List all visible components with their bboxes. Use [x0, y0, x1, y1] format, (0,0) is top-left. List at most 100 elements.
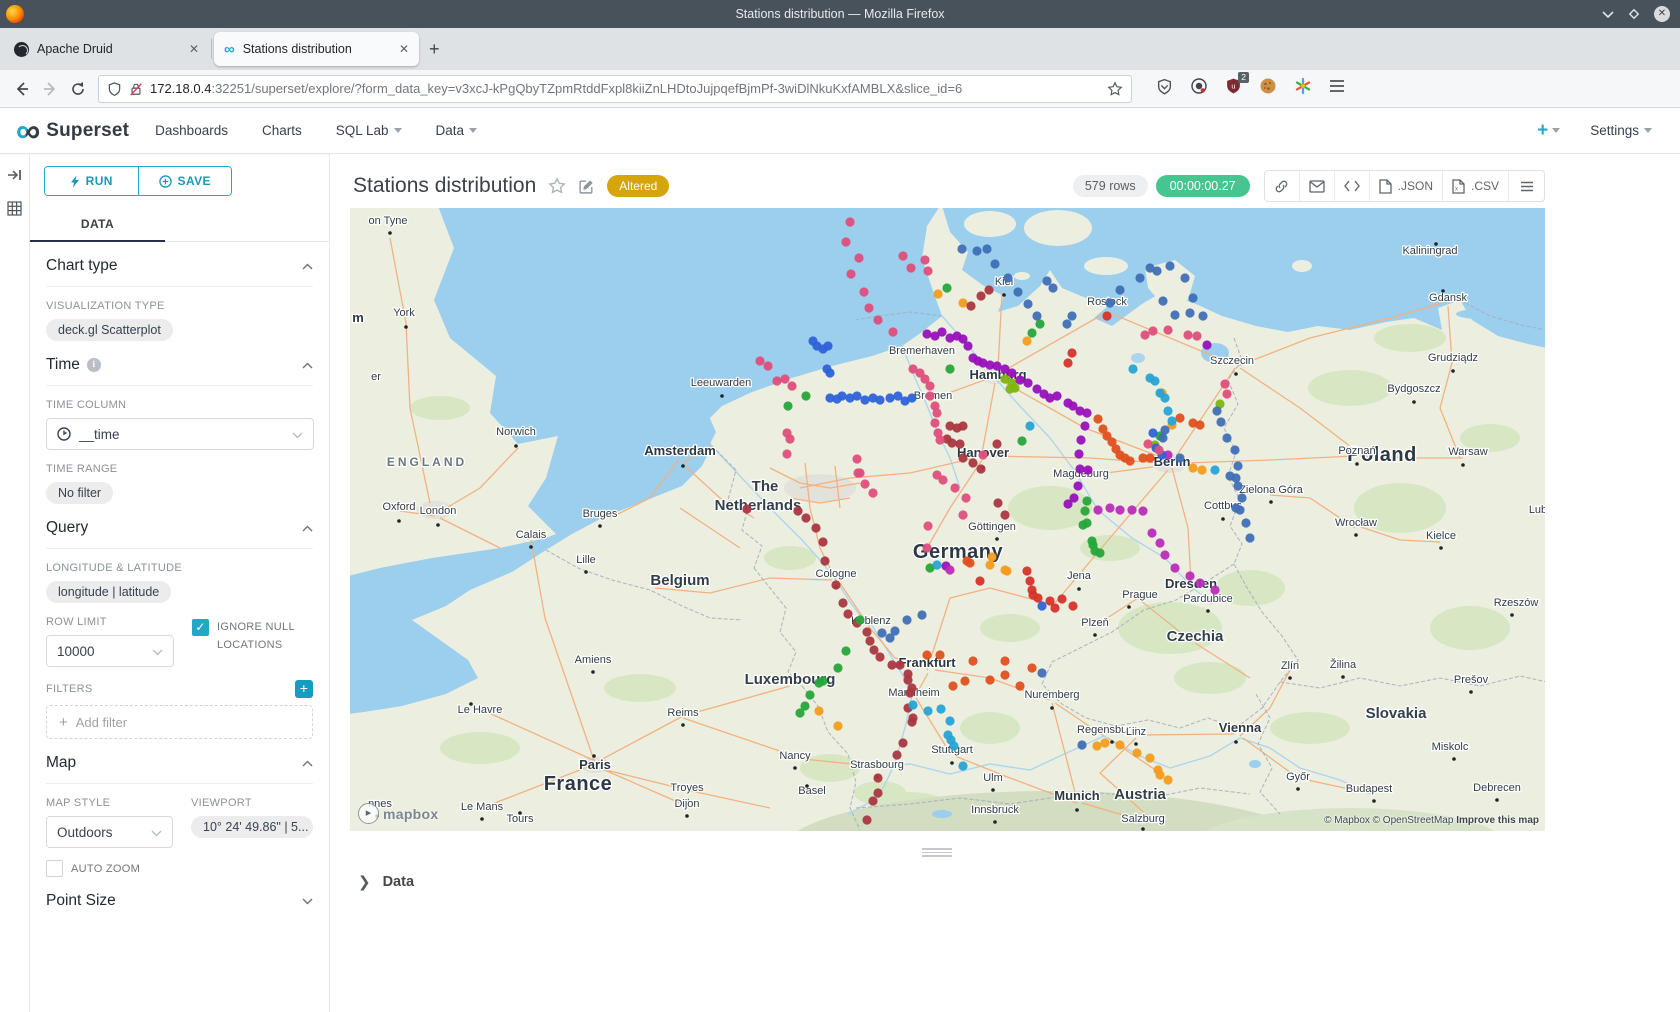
chevron-down-icon: [302, 898, 313, 905]
auto-zoom-checkbox[interactable]: [46, 860, 63, 877]
chevron-down-icon: [394, 128, 402, 133]
ignore-null-checkbox[interactable]: ✓: [192, 619, 209, 636]
row-limit-label: ROW LIMIT: [46, 616, 174, 628]
map-city-label: Bremerhaven: [889, 345, 955, 357]
add-filter-plus-button[interactable]: +: [295, 680, 313, 698]
altered-badge[interactable]: Altered: [607, 175, 669, 197]
chevron-up-icon: [302, 525, 313, 532]
shield-icon[interactable]: [107, 81, 122, 97]
ublock-icon[interactable]: u2: [1225, 77, 1242, 100]
url-bar[interactable]: 172.18.0.4:32251/superset/explore/?form_…: [98, 75, 1132, 103]
map-city-label: York: [393, 307, 415, 319]
reload-button[interactable]: [64, 75, 92, 103]
embed-code-button[interactable]: [1335, 171, 1370, 201]
map-city-label: Győr: [1286, 771, 1310, 783]
collapse-panel-icon[interactable]: [7, 168, 22, 187]
map-region-label: Slovakia: [1366, 705, 1428, 722]
data-panel-label: Data: [383, 874, 414, 890]
map-city-label: Poznań: [1338, 445, 1375, 457]
map-city-label: Wrocław: [1335, 517, 1377, 529]
menu-hamburger-icon[interactable]: [1329, 79, 1345, 98]
section-query: Query LONGITUDE & LATITUDE longitude | l…: [30, 504, 329, 739]
map-city-label: Le Havre: [458, 704, 503, 716]
map-city-label: Amsterdam: [644, 443, 716, 458]
nav-data[interactable]: Data: [436, 123, 478, 138]
plus-icon: +: [59, 714, 68, 731]
map-city-label: Cologne: [816, 568, 857, 580]
chart-menu-button[interactable]: [1509, 171, 1544, 201]
panel-resize-handle[interactable]: [922, 848, 952, 857]
tab-stations-distribution[interactable]: ∞ Stations distribution ✕: [214, 32, 419, 66]
filters-label: FILTERS+: [46, 680, 313, 698]
cookie-icon[interactable]: [1259, 77, 1277, 100]
nav-charts[interactable]: Charts: [262, 123, 302, 138]
container-icon[interactable]: [1190, 77, 1208, 100]
browser-toolbar: 172.18.0.4:32251/superset/explore/?form_…: [0, 70, 1680, 108]
time-column-label: TIME COLUMN: [46, 399, 313, 411]
section-header-point-size[interactable]: Point Size: [46, 892, 313, 921]
nav-dashboards[interactable]: Dashboards: [155, 123, 228, 138]
nav-sql-lab[interactable]: SQL Lab: [336, 123, 402, 138]
dataset-grid-icon[interactable]: [7, 201, 22, 221]
map-attribution[interactable]: © Mapbox © OpenStreetMap Improve this ma…: [1324, 815, 1539, 826]
run-button[interactable]: RUN: [45, 167, 139, 195]
map-city-label: Dijon: [674, 798, 699, 810]
save-button[interactable]: SAVE: [139, 167, 232, 195]
export-json-button[interactable]: .JSON: [1370, 171, 1443, 201]
map-city-label: Budapest: [1346, 783, 1392, 795]
data-results-panel[interactable]: ❯ Data: [358, 873, 1680, 891]
map-city-label: Bruges: [583, 508, 618, 520]
chevron-down-icon: [1644, 128, 1652, 133]
mapbox-logo[interactable]: ▸ mapbox: [358, 803, 438, 824]
section-header-chart-type[interactable]: Chart type: [46, 257, 313, 287]
superset-logo[interactable]: ∞ Superset: [16, 117, 129, 145]
map-city-label: Nuremberg: [1024, 689, 1079, 701]
export-csv-button[interactable]: x.CSV: [1443, 171, 1509, 201]
add-filter-box[interactable]: + Add filter: [46, 705, 313, 739]
section-chart-type: Chart type VISUALIZATION TYPE deck.gl Sc…: [30, 242, 329, 341]
bookmark-star-icon[interactable]: [1107, 81, 1123, 97]
map-city-label: on Tyne: [369, 215, 408, 227]
forward-button[interactable]: [36, 75, 64, 103]
tab-close-icon[interactable]: ✕: [189, 42, 199, 56]
lonlat-value[interactable]: longitude | latitude: [46, 581, 171, 603]
favorite-star-icon[interactable]: [548, 177, 566, 195]
back-button[interactable]: [8, 75, 36, 103]
copy-link-button[interactable]: [1265, 171, 1300, 201]
map-city-label: Kielce: [1426, 530, 1456, 542]
new-tab-button[interactable]: +: [429, 39, 440, 60]
improve-map-link[interactable]: Improve this map: [1456, 815, 1539, 826]
extension-asterisk-icon[interactable]: [1294, 77, 1312, 100]
minimize-icon[interactable]: [1602, 10, 1614, 18]
map-region-label: ENGLAND: [387, 455, 467, 469]
map-city-label: Vienna: [1219, 720, 1262, 735]
lock-insecure-icon[interactable]: [129, 81, 143, 97]
viewport-value[interactable]: 10° 24' 49.86" | 5...: [191, 816, 313, 838]
maximize-icon[interactable]: [1628, 8, 1640, 20]
tab-apache-druid[interactable]: Apache Druid ✕: [4, 32, 209, 66]
section-header-map[interactable]: Map: [46, 754, 313, 784]
tab-data[interactable]: DATA: [30, 209, 165, 242]
close-icon[interactable]: ✕: [1654, 6, 1670, 22]
map-city-label: Oxford: [382, 501, 415, 513]
map-style-select[interactable]: Outdoors: [46, 816, 173, 848]
viz-type-value[interactable]: deck.gl Scatterplot: [46, 319, 173, 341]
edit-properties-icon[interactable]: [578, 178, 595, 195]
add-new-button[interactable]: +: [1537, 120, 1560, 142]
map-city-label: Kaliningrad: [1402, 245, 1457, 257]
map-city-label: Miskolc: [1432, 741, 1469, 753]
time-range-value[interactable]: No filter: [46, 482, 113, 504]
email-button[interactable]: [1300, 171, 1335, 201]
settings-menu[interactable]: Settings: [1590, 123, 1652, 138]
section-header-query[interactable]: Query: [46, 519, 313, 549]
map-region-label: Belgium: [650, 572, 709, 589]
query-timer-badge: 00:00:00.27: [1156, 175, 1250, 197]
deckgl-map-canvas[interactable]: ENGLANDTheNetherlandsBelgiumLuxembourgGe…: [350, 208, 1545, 831]
section-header-time[interactable]: Timei: [46, 356, 313, 386]
row-limit-select[interactable]: 10000: [46, 635, 174, 667]
map-city-label: Troyes: [670, 782, 704, 794]
viewport-label: VIEWPORT: [191, 797, 313, 809]
tab-close-icon[interactable]: ✕: [399, 42, 409, 56]
pocket-icon[interactable]: [1156, 78, 1173, 100]
time-column-select[interactable]: __time: [46, 418, 314, 450]
